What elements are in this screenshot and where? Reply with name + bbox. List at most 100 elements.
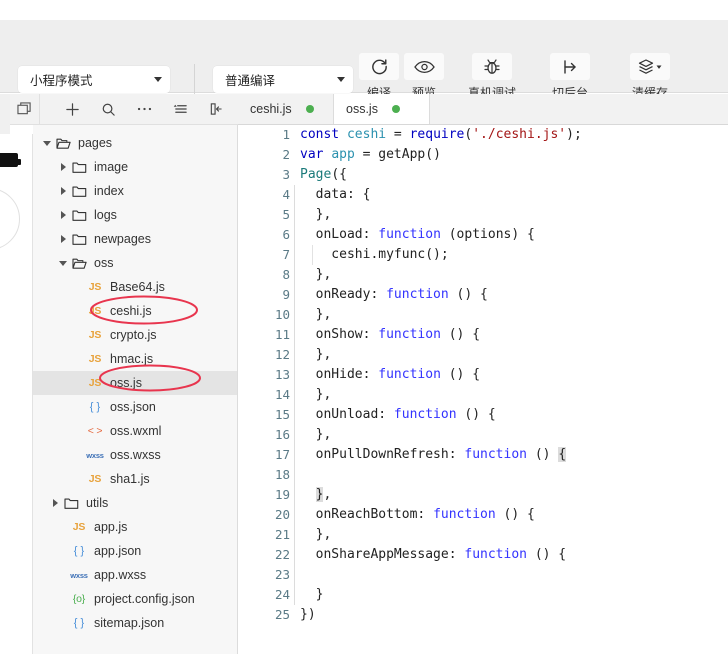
tree-file-Base64-js[interactable]: JS Base64.js (33, 275, 237, 299)
battery-icon (0, 153, 21, 167)
line-number: 7 (282, 247, 290, 262)
mode-select[interactable]: 小程序模式 (18, 66, 170, 93)
indent-guide (294, 465, 295, 485)
tree-file-sitemap-json[interactable]: { } sitemap.json (33, 611, 237, 635)
code-line: 19 }, (238, 485, 728, 505)
json-icon: { } (73, 545, 85, 557)
twisty-open-icon[interactable] (57, 251, 69, 275)
wxml-icon: < > (87, 425, 103, 437)
compile-mode-select[interactable]: 普通编译 (213, 66, 353, 93)
indent-guide (294, 485, 295, 505)
tree-item-label: oss.wxml (110, 424, 162, 438)
indent-guide (294, 185, 295, 205)
file-tree[interactable]: pages image index logs newpages oss JS Base64.j… (33, 125, 238, 654)
folder-open-icon (69, 257, 89, 270)
chevron-down-icon (154, 77, 162, 82)
tree-item-label: oss (94, 256, 114, 270)
collapse-icon[interactable] (203, 96, 229, 122)
folder-closed-icon (69, 185, 89, 198)
unsaved-indicator-dot[interactable] (391, 105, 400, 113)
tree-file-sha1-js[interactable]: JS sha1.js (33, 467, 237, 491)
code-text: }, (300, 307, 332, 322)
twisty-closed-icon[interactable] (57, 203, 69, 227)
editor-tab-oss-js[interactable]: oss.js (334, 94, 430, 124)
indent-guide (294, 525, 295, 545)
tree-folder-newpages[interactable]: newpages (33, 227, 237, 251)
line-number: 10 (274, 307, 290, 322)
bug-icon (472, 53, 512, 80)
code-line: 23 (238, 565, 728, 585)
line-number: 2 (282, 147, 290, 162)
add-icon[interactable] (59, 96, 85, 122)
code-line: 9 onReady: function () { (238, 285, 728, 305)
tree-file-project-config-json[interactable]: {o} project.config.json (33, 587, 237, 611)
editor-tab-bar[interactable]: ceshi.js oss.js (238, 94, 728, 125)
twisty-closed-icon[interactable] (49, 491, 61, 515)
panel-toggle-icon[interactable] (10, 94, 40, 124)
indent-guide (294, 225, 295, 245)
sort-icon[interactable] (167, 96, 193, 122)
tree-file-app-wxss[interactable]: wxss app.wxss (33, 563, 237, 587)
tree-item-label: image (94, 160, 129, 174)
tree-file-crypto-js[interactable]: JS crypto.js (33, 323, 237, 347)
tree-folder-oss[interactable]: oss (33, 251, 237, 275)
code-text: onUnload: function () { (300, 407, 496, 422)
twisty-closed-icon[interactable] (57, 179, 69, 203)
twisty-open-icon[interactable] (41, 131, 53, 155)
editor-tab-label: oss.js (346, 102, 378, 116)
indent-guide (294, 305, 295, 325)
tree-item-label: Base64.js (110, 280, 165, 294)
folder-closed-icon (69, 209, 89, 222)
tree-folder-utils[interactable]: utils (33, 491, 237, 515)
search-icon[interactable] (95, 96, 121, 122)
tree-file-oss-wxss[interactable]: wxss oss.wxss (33, 443, 237, 467)
code-text: ceshi.myfunc(); (300, 247, 449, 262)
twisty-closed-icon[interactable] (57, 227, 69, 251)
tree-folder-image[interactable]: image (33, 155, 237, 179)
code-text: onReachBottom: function () { (300, 507, 535, 522)
tree-item-label: oss.js (110, 376, 142, 390)
tree-item-label: ceshi.js (110, 304, 152, 318)
tree-item-label: sitemap.json (94, 616, 165, 630)
tree-file-oss-wxml[interactable]: < > oss.wxml (33, 419, 237, 443)
indent-guide (294, 425, 295, 445)
editor-tab-ceshi-js[interactable]: ceshi.js (238, 94, 334, 124)
code-line: 21 }, (238, 525, 728, 545)
tree-file-app-js[interactable]: JS app.js (33, 515, 237, 539)
tree-file-oss-json[interactable]: { } oss.json (33, 395, 237, 419)
config-icon: {o} (72, 593, 86, 605)
tree-file-hmac-js[interactable]: JS hmac.js (33, 347, 237, 371)
title-strip (0, 0, 728, 20)
tree-item-label: newpages (94, 232, 151, 246)
line-number: 13 (274, 367, 290, 382)
more-icon[interactable] (131, 96, 157, 122)
code-line: 10 }, (238, 305, 728, 325)
line-number: 4 (282, 187, 290, 202)
code-line: 3 Page({ (238, 165, 728, 185)
sidebar-toolbar (10, 94, 238, 125)
tree-file-oss-js[interactable]: JS oss.js (33, 371, 237, 395)
code-line: 8 }, (238, 265, 728, 285)
code-line: 5 }, (238, 205, 728, 225)
tree-item-label: project.config.json (94, 592, 195, 606)
indent-guide (294, 445, 295, 465)
tree-file-ceshi-js[interactable]: JS ceshi.js (33, 299, 237, 323)
twisty-closed-icon[interactable] (57, 155, 69, 179)
code-line: 22 onShareAppMessage: function () { (238, 545, 728, 565)
tree-folder-index[interactable]: index (33, 179, 237, 203)
code-line: 14 }, (238, 385, 728, 405)
tree-file-app-json[interactable]: { } app.json (33, 539, 237, 563)
indent-guide (294, 585, 295, 605)
code-line: 24 } (238, 585, 728, 605)
tree-folder-logs[interactable]: logs (33, 203, 237, 227)
tree-item-label: app.json (94, 544, 142, 558)
unsaved-indicator-dot[interactable] (305, 105, 314, 113)
code-text: }, (300, 427, 332, 442)
tree-folder-pages[interactable]: pages (33, 131, 237, 155)
indent-guide (294, 405, 295, 425)
simulator-panel-sliver (0, 134, 33, 654)
code-editor[interactable]: 1 const ceshi = require('./ceshi.js'); 2 va… (238, 125, 728, 654)
